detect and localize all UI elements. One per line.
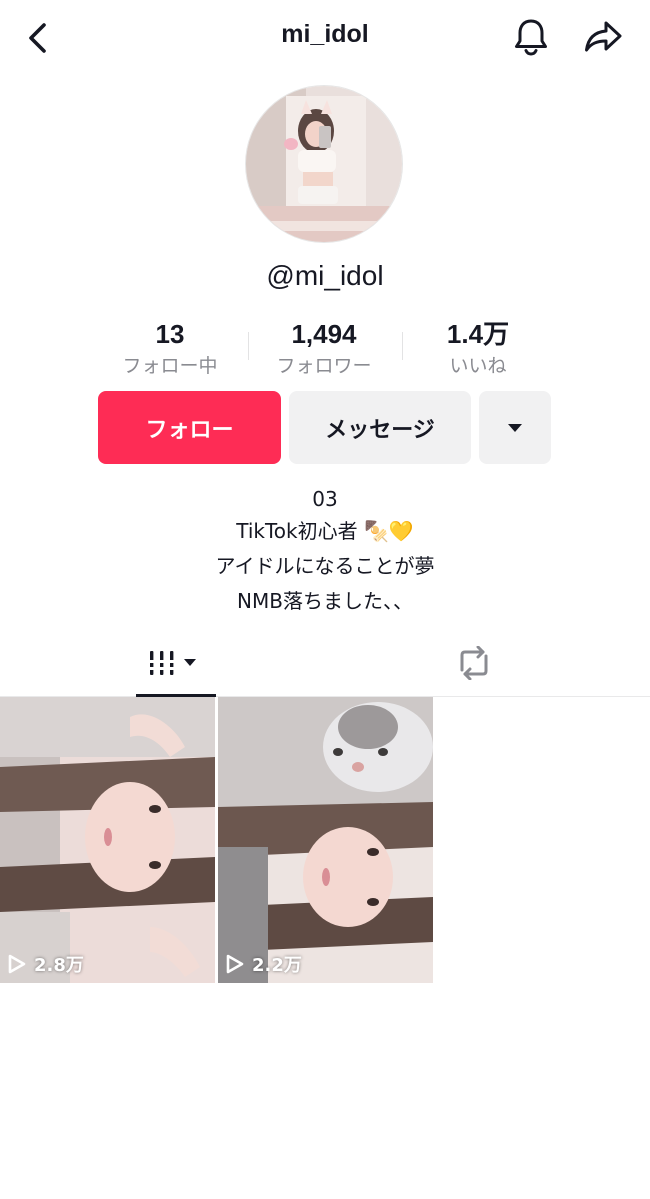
- avatar-photo: [246, 86, 402, 242]
- video-thumbnail-image: [218, 697, 433, 983]
- video-thumbnail-image: [0, 697, 215, 983]
- videos-grid-icon: [148, 651, 196, 675]
- video-grid: 2.8万 2.2万: [0, 697, 650, 985]
- profile-tabs: [0, 630, 650, 697]
- followers-stat[interactable]: 1,494 フォロワー: [249, 318, 399, 380]
- more-options-button[interactable]: [479, 391, 551, 464]
- bio-line: アイドルになることが夢: [215, 554, 435, 578]
- view-count: 2.2万: [226, 951, 302, 977]
- profile-bio: 03 TikTok初心者 🍢💛 アイドルになることが夢 NMB落ちました、、: [0, 484, 650, 619]
- profile-handle: @mi_idol: [266, 260, 384, 291]
- following-stat[interactable]: 13 フォロー中: [95, 318, 245, 380]
- follow-button[interactable]: フォロー: [98, 391, 281, 464]
- followers-label: フォロワー: [276, 355, 372, 377]
- bio-line: 03: [312, 487, 338, 511]
- caret-down-icon: [508, 423, 522, 432]
- view-count-text: 2.8万: [34, 955, 84, 976]
- play-icon: [226, 954, 244, 974]
- video-thumbnail[interactable]: 2.2万: [218, 697, 433, 983]
- notification-button[interactable]: [508, 14, 554, 60]
- repost-icon: [460, 646, 488, 680]
- video-thumbnail[interactable]: 2.8万: [0, 697, 215, 983]
- likes-count: 1.4万: [446, 319, 510, 349]
- view-count-text: 2.2万: [252, 955, 302, 976]
- share-button[interactable]: [580, 14, 626, 60]
- avatar[interactable]: [245, 85, 403, 243]
- play-icon: [8, 954, 26, 974]
- likes-stat[interactable]: 1.4万 いいね: [403, 318, 553, 380]
- profile-stats: 13 フォロー中 1,494 フォロワー 1.4万 いいね: [95, 318, 555, 380]
- view-count: 2.8万: [8, 951, 84, 977]
- following-label: フォロー中: [122, 355, 218, 377]
- following-count: 13: [155, 319, 185, 349]
- bell-icon: [515, 19, 547, 56]
- likes-label: いいね: [449, 355, 507, 377]
- tab-videos[interactable]: [136, 630, 216, 697]
- message-button[interactable]: メッセージ: [289, 391, 471, 464]
- bio-line: NMB落ちました、、: [237, 589, 413, 613]
- share-icon: [585, 21, 622, 52]
- tab-reposts[interactable]: [434, 630, 514, 696]
- top-bar: mi_idol: [0, 0, 650, 76]
- followers-count: 1,494: [291, 319, 357, 349]
- bio-line: TikTok初心者 🍢💛: [236, 519, 414, 543]
